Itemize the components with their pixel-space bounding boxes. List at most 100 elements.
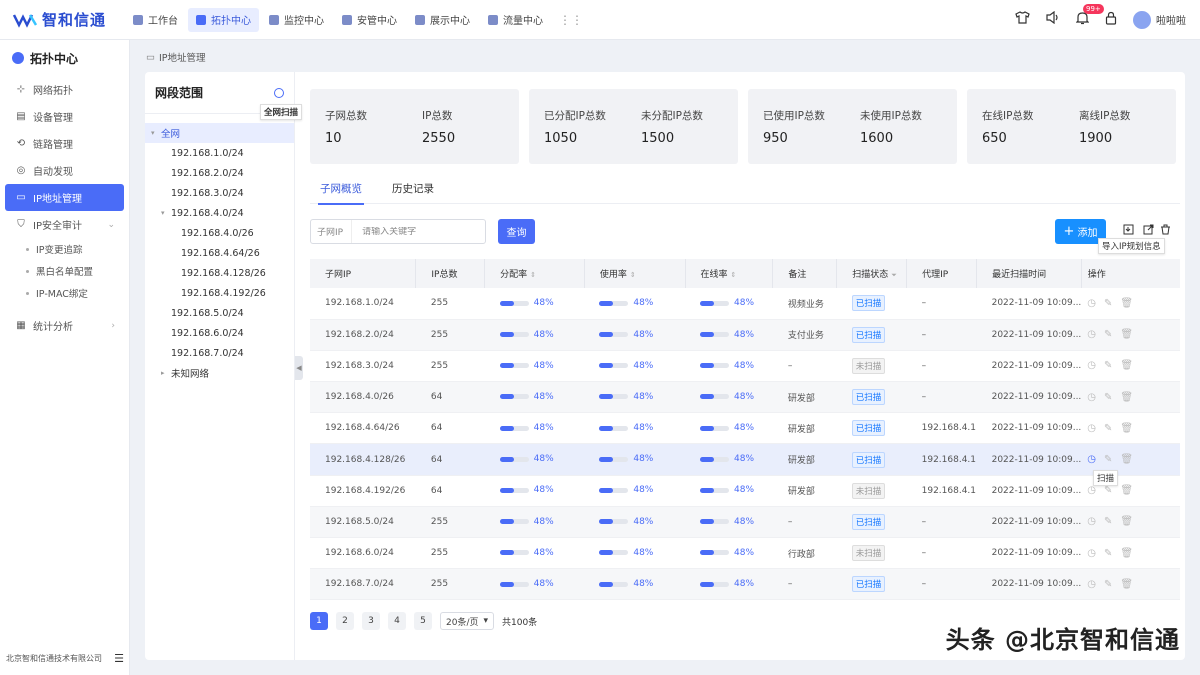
import-icon[interactable] [1123, 224, 1134, 238]
page-size-select[interactable]: 20条/页 ▾ [440, 612, 495, 630]
sidebar-item-2[interactable]: ⟲ 链路管理 [0, 130, 129, 157]
scan-icon[interactable]: ◷ [1087, 392, 1096, 403]
shirt-icon[interactable] [1015, 11, 1030, 28]
menu-collapse-icon[interactable]: ☰ [114, 652, 124, 665]
scan-icon[interactable]: ◷ [1087, 485, 1096, 496]
sidebar-subitem-1[interactable]: 黑白名单配置 [0, 260, 129, 282]
edit-icon[interactable]: ✎ [1104, 548, 1112, 559]
trash-icon[interactable]: 🗑 [1120, 579, 1133, 590]
edit-icon[interactable]: ✎ [1104, 392, 1112, 403]
table-row[interactable]: 192.168.4.128/26 64 48% 48% 48% 研发部 已扫描 192.168… [310, 443, 1180, 476]
tree-node[interactable]: 192.168.1.0/24 [145, 143, 294, 163]
edit-icon[interactable]: ✎ [1104, 329, 1112, 340]
caret-right-icon[interactable]: ▸ [161, 369, 165, 377]
edit-icon[interactable]: ✎ [1104, 516, 1112, 527]
trash-icon[interactable]: 🗑 [1120, 516, 1133, 527]
edit-icon[interactable]: ✎ [1104, 485, 1112, 496]
logo[interactable]: 智和信通 [0, 0, 115, 40]
nav-item-3[interactable]: 安管中心 [334, 8, 405, 32]
column-header[interactable]: 使用率 ⇕ [584, 259, 686, 288]
apps-grid-icon[interactable]: ⋮⋮ [559, 13, 583, 27]
sort-icon[interactable]: ⇕ [731, 271, 737, 279]
sidebar-item-4[interactable]: ▭ IP地址管理 [5, 184, 124, 211]
edit-icon[interactable]: ✎ [1104, 454, 1112, 465]
trash-icon[interactable]: 🗑 [1120, 423, 1133, 434]
trash-icon[interactable]: 🗑 [1120, 548, 1133, 559]
delete-icon[interactable] [1160, 224, 1171, 238]
table-row[interactable]: 192.168.6.0/24 255 48% 48% 48% 行政部 未扫描 –2022-11… [310, 537, 1180, 570]
page-button-2[interactable]: 2 [336, 612, 354, 630]
edit-icon[interactable]: ✎ [1104, 423, 1112, 434]
nav-item-2[interactable]: 监控中心 [261, 8, 332, 32]
nav-item-5[interactable]: 流量中心 [480, 8, 551, 32]
sort-icon[interactable]: ⇕ [530, 271, 536, 279]
page-button-1[interactable]: 1 [310, 612, 328, 630]
scan-icon[interactable]: ◷ [1087, 548, 1096, 559]
column-header[interactable]: 扫描状态 ⏷ [836, 259, 908, 288]
sidebar-item-1[interactable]: ▤ 设备管理 [0, 103, 129, 130]
edit-icon[interactable]: ✎ [1104, 360, 1112, 371]
caret-down-icon[interactable]: ▾ [151, 129, 155, 137]
filter-icon[interactable]: ⏷ [891, 271, 897, 279]
trash-icon[interactable]: 🗑 [1120, 392, 1133, 403]
query-button[interactable]: 查询 [498, 219, 535, 244]
sidebar-item-3[interactable]: ◎ 自动发现 [0, 157, 129, 184]
table-row[interactable]: 192.168.4.0/26 64 48% 48% 48% 研发部 已扫描 –2022-11-… [310, 381, 1180, 414]
tree-node[interactable]: ▾ 全网 [145, 123, 294, 143]
table-row[interactable]: 192.168.4.192/26 64 48% 48% 48% 研发部 未扫描 192.168… [310, 475, 1180, 507]
table-row[interactable]: 192.168.5.0/24 255 48% 48% 48% – 已扫描 –2022-11-0… [310, 506, 1180, 539]
speaker-icon[interactable] [1046, 10, 1060, 28]
caret-down-icon[interactable]: ▾ [161, 209, 165, 217]
bell-icon[interactable]: 99+ [1075, 3, 1104, 29]
sidebar-subitem-0[interactable]: IP变更追踪 [0, 238, 129, 260]
table-row[interactable]: 192.168.4.64/26 64 48% 48% 48% 研发部 已扫描 192.168.… [310, 412, 1180, 445]
scan-icon[interactable]: ◷ [1087, 579, 1096, 590]
trash-icon[interactable]: 🗑 [1120, 329, 1133, 340]
tree-node[interactable]: ▸ 未知网络 [145, 363, 294, 383]
tree-node[interactable]: ▾ 192.168.4.0/24 [145, 203, 294, 223]
scan-icon[interactable]: ◷ [1087, 423, 1096, 434]
page-button-3[interactable]: 3 [362, 612, 380, 630]
tree-node[interactable]: 192.168.4.128/26 [145, 263, 294, 283]
tree-node[interactable]: 192.168.7.0/24 [145, 343, 294, 363]
scan-icon[interactable]: ◷ [1087, 360, 1096, 371]
trash-icon[interactable]: 🗑 [1120, 454, 1133, 465]
search-input[interactable] [352, 226, 463, 237]
table-row[interactable]: 192.168.1.0/24 255 48% 48% 48% 视频业务 已扫描 –2022-1… [310, 288, 1180, 320]
column-header[interactable]: 在线率 ⇕ [685, 259, 774, 288]
trash-icon[interactable]: 🗑 [1120, 485, 1133, 496]
scan-all-icon[interactable] [274, 88, 284, 98]
table-row[interactable]: 192.168.7.0/24 255 48% 48% 48% – 已扫描 –2022-11-0… [310, 568, 1180, 601]
edit-icon[interactable]: ✎ [1104, 298, 1112, 309]
nav-item-1[interactable]: 拓扑中心 [188, 7, 259, 32]
scan-icon[interactable]: ◷ [1087, 516, 1096, 527]
tree-collapse-handle[interactable]: ◀ [295, 356, 303, 380]
sidebar-item-5[interactable]: ⛉ IP安全审计 ⌄ [0, 211, 129, 238]
sort-icon[interactable]: ⇕ [630, 271, 636, 279]
scan-icon[interactable]: ◷ [1087, 298, 1096, 309]
tree-node[interactable]: 192.168.4.0/26 [145, 223, 294, 243]
scan-icon[interactable]: ◷ [1087, 454, 1096, 465]
nav-item-4[interactable]: 展示中心 [407, 8, 478, 32]
export-icon[interactable] [1143, 224, 1154, 238]
tree-node[interactable]: 192.168.2.0/24 [145, 163, 294, 183]
tree-node[interactable]: 192.168.4.64/26 [145, 243, 294, 263]
tab-0[interactable]: 子网概览 [310, 180, 372, 205]
sidebar-item-0[interactable]: ⊹ 网络拓扑 [0, 76, 129, 103]
tree-node[interactable]: 192.168.3.0/24 [145, 183, 294, 203]
page-button-4[interactable]: 4 [388, 612, 406, 630]
tree-node[interactable]: 192.168.5.0/24 [145, 303, 294, 323]
trash-icon[interactable]: 🗑 [1120, 298, 1133, 309]
table-row[interactable]: 192.168.2.0/24 255 48% 48% 48% 支付业务 已扫描 –2022-1… [310, 319, 1180, 351]
trash-icon[interactable]: 🗑 [1120, 360, 1133, 371]
lock-icon[interactable] [1105, 11, 1117, 29]
column-header[interactable]: 分配率 ⇕ [484, 259, 585, 288]
sidebar-subitem-2[interactable]: IP-MAC绑定 [0, 282, 129, 304]
tree-node[interactable]: 192.168.6.0/24 [145, 323, 294, 343]
edit-icon[interactable]: ✎ [1104, 579, 1112, 590]
nav-item-0[interactable]: 工作台 [125, 8, 186, 32]
tree-node[interactable]: 192.168.4.192/26 [145, 283, 294, 303]
user-menu[interactable]: 啦啦啦 [1133, 10, 1186, 29]
tab-1[interactable]: 历史记录 [382, 180, 444, 204]
table-row[interactable]: 192.168.3.0/24 255 48% 48% 48% – 未扫描 –2022-11-0… [310, 350, 1180, 383]
